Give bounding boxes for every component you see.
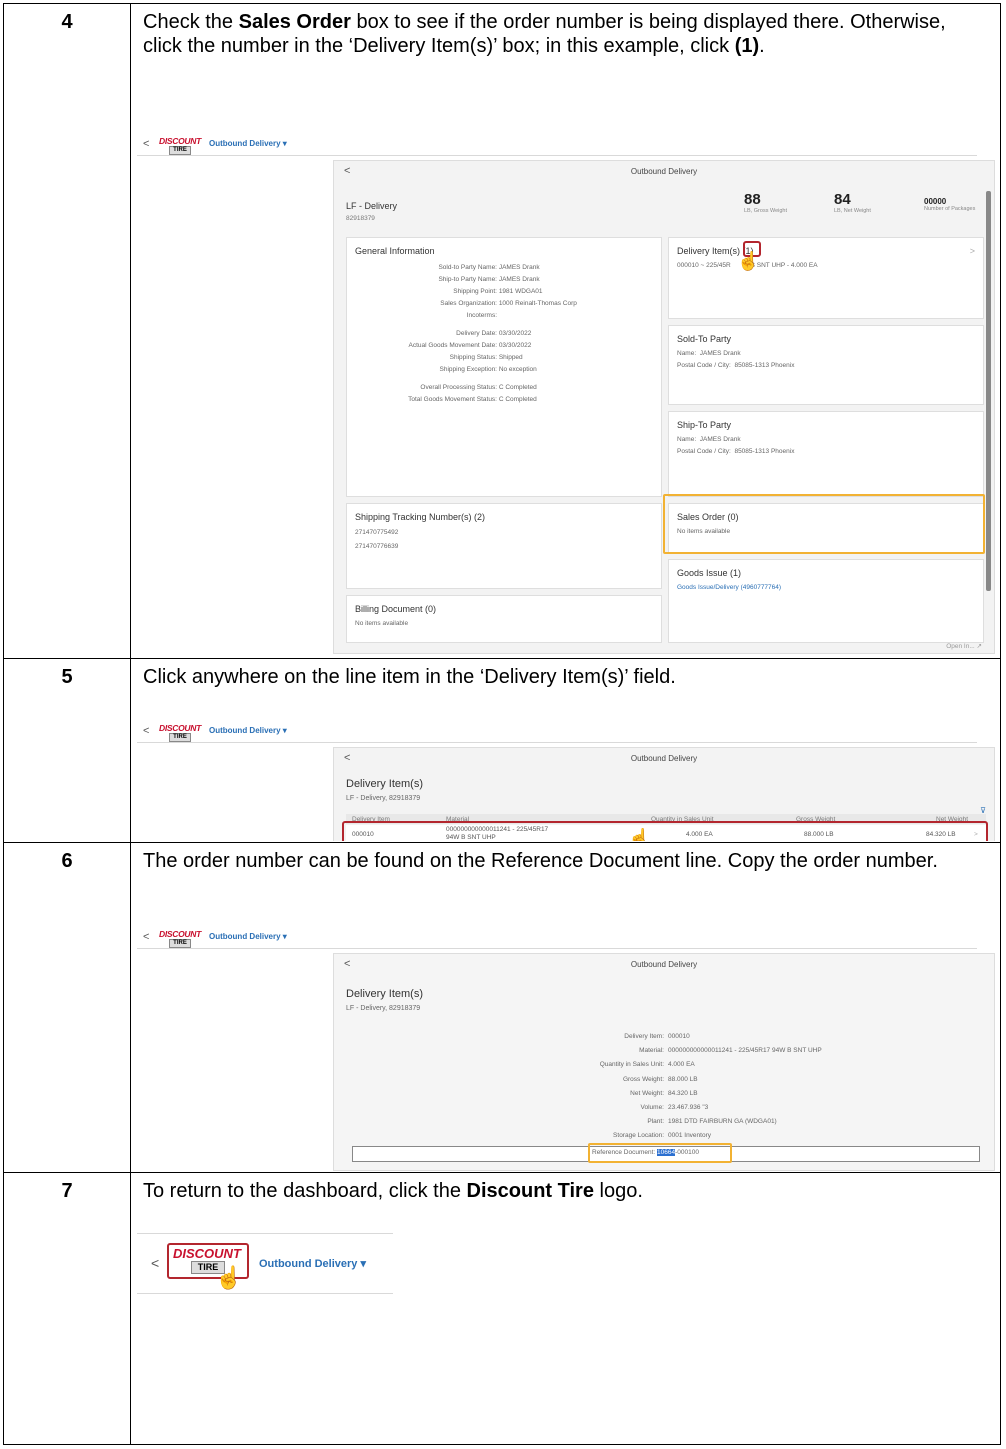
step-instruction: Check the Sales Order box to see if the …	[143, 11, 946, 57]
item-detail-row: Material: 000000000000011241 - 225/45R17 …	[639, 1047, 822, 1055]
screenshot-step-4: < DISCOUNT TIRE Outbound Delivery ▾ < Outb…	[137, 134, 997, 654]
general-info-row: Incoterms:	[466, 312, 497, 319]
cursor-hand-icon: ☝	[215, 1265, 243, 1290]
general-information-card: General Information Sold-to Party Name: …	[346, 237, 662, 497]
item-detail-row: Storage Location: 0001 Inventory	[613, 1132, 712, 1140]
general-info-row: Actual Goods Movement Date: 03/30/2022	[408, 342, 532, 349]
panel-header: < Outbound Delivery	[344, 958, 698, 970]
instruction-table: 4 Check the Sales Order box to see if th…	[3, 3, 1001, 1445]
row-highlight	[342, 821, 988, 841]
panel-header: < Outbound Delivery	[344, 165, 698, 177]
back-icon[interactable]: <	[143, 931, 149, 943]
app-title[interactable]: Outbound Delivery ▾	[209, 139, 287, 148]
reference-document-highlight	[588, 1143, 732, 1163]
delivery-items-page: < Outbound Delivery Delivery Item(s) LF -…	[333, 747, 995, 841]
item-detail-row: Net Weight: 84.320 LB	[630, 1089, 698, 1097]
step-content: Check the Sales Order box to see if the …	[130, 3, 1001, 659]
step-content: The order number can be found on the Ref…	[130, 842, 1001, 1173]
general-info-row: Delivery Date: 03/30/2022	[456, 330, 532, 337]
kpi-net-weight: 84 LB, Net Weight	[834, 191, 871, 214]
back-icon[interactable]: <	[344, 752, 350, 764]
back-icon[interactable]: <	[151, 1255, 159, 1271]
ship-to-party-card: Ship-To Party Name: JAMES Drank Postal Co…	[668, 411, 984, 497]
back-icon[interactable]: <	[143, 725, 149, 737]
object-page: < Outbound Delivery LF - Delivery 8291837…	[333, 160, 995, 654]
panel-header: < Outbound Delivery	[344, 752, 698, 764]
object-id: 82918379	[346, 215, 375, 222]
discount-tire-logo[interactable]: DISCOUNT TIRE	[159, 137, 201, 155]
page-title: Delivery Item(s)	[346, 778, 424, 790]
back-icon[interactable]: <	[344, 165, 350, 177]
cursor-hand-icon: ☝	[737, 251, 760, 271]
discount-tire-logo[interactable]: DISCOUNT TIRE	[159, 930, 201, 948]
shell-bar: < DISCOUNT TIRE Outbound Delivery ▾	[137, 134, 977, 156]
general-info-row: Total Goods Movement Status: C Completed	[408, 396, 537, 403]
back-icon[interactable]: <	[143, 138, 149, 150]
step-instruction: To return to the dashboard, click the Di…	[143, 1180, 643, 1202]
shell-bar: < DISCOUNT TIRE Outbound Delivery ▾	[137, 721, 977, 743]
object-title: LF - Delivery	[346, 201, 398, 211]
step-number: 7	[3, 1172, 131, 1445]
tracking-numbers-card: Shipping Tracking Number(s) (2) 27147077…	[346, 503, 662, 589]
page-subtitle: LF - Delivery, 82918379	[346, 1005, 421, 1012]
step-instruction: The order number can be found on the Ref…	[143, 850, 938, 872]
general-info-row: Sold-to Party Name: JAMES Drank	[438, 264, 540, 271]
screenshot-step-5: < DISCOUNT TIRE Outbound Delivery ▾ < Outb…	[137, 721, 997, 841]
back-icon[interactable]: <	[344, 958, 350, 970]
item-detail-row: Plant: 1981 DTD FAIRBURN GA (WDGA01)	[647, 1118, 777, 1126]
step-number: 4	[3, 3, 131, 659]
step-number: 6	[3, 842, 131, 1173]
step-number: 5	[3, 658, 131, 843]
kpi-packages: 00000 Number of Packages	[924, 197, 976, 212]
discount-tire-logo[interactable]: DISCOUNT TIRE	[159, 724, 201, 742]
screenshot-step-7: < DISCOUNT TIRE ☝ Outbound Delivery ▾	[137, 1233, 397, 1313]
kpi-gross-weight: 88 LB, Gross Weight	[744, 191, 787, 214]
goods-issue-link[interactable]: Goods Issue/Delivery (4960777764)	[669, 582, 983, 594]
step-instruction: Click anywhere on the line item in the ‘…	[143, 666, 676, 688]
sales-order-highlight	[663, 494, 985, 554]
general-info-row: Shipping Exception: No exception	[439, 366, 537, 373]
goods-issue-card: Goods Issue (1) Goods Issue/Delivery (49…	[668, 559, 984, 643]
page-subtitle: LF - Delivery, 82918379	[346, 795, 421, 802]
billing-document-card: Billing Document (0) No items available	[346, 595, 662, 643]
page-title: Delivery Item(s)	[346, 988, 424, 1000]
step-content: To return to the dashboard, click the Di…	[130, 1172, 1001, 1445]
item-detail-row: Delivery Item: 000010	[624, 1033, 690, 1040]
app-title[interactable]: Outbound Delivery ▾	[209, 726, 287, 735]
sold-to-party-card: Sold-To Party Name: JAMES Drank Postal Co…	[668, 325, 984, 405]
step-content: Click anywhere on the line item in the ‘…	[130, 658, 1001, 843]
general-info-row: Shipping Status: Shipped	[449, 354, 523, 361]
general-info-row: Sales Organization: 1000 Reinalt-Thomas …	[440, 300, 577, 307]
app-title[interactable]: Outbound Delivery ▾	[209, 932, 287, 941]
item-detail-row: Volume: 23.467.936 "3	[640, 1104, 709, 1112]
general-info-row: Overall Processing Status: C Completed	[420, 384, 537, 391]
scrollbar[interactable]	[986, 191, 991, 591]
screenshot-step-6: < DISCOUNT TIRE Outbound Delivery ▾ < Outb…	[137, 927, 997, 1171]
item-detail-row: Quantity in Sales Unit: 4.000 EA	[599, 1061, 695, 1069]
general-info-row: Shipping Point: 1981 WDGA01	[453, 288, 543, 295]
cursor-hand-icon: ☝	[628, 828, 651, 841]
item-detail-page: < Outbound Delivery Delivery Item(s) LF -…	[333, 953, 995, 1171]
delivery-items-card[interactable]: Delivery Item(s) (1) > 000010 ~ 225/45R W …	[668, 237, 984, 319]
item-details: Delivery Item: 000010 Material: 00000000000…	[334, 1030, 822, 1144]
app-title[interactable]: Outbound Delivery ▾	[259, 1257, 366, 1270]
general-info-row: Ship-to Party Name: JAMES Drank	[438, 276, 540, 283]
shell-bar: < DISCOUNT TIRE Outbound Delivery ▾	[137, 927, 977, 949]
item-detail-row: Gross Weight: 88.000 LB	[622, 1075, 698, 1083]
open-in-button[interactable]: Open In... ↗	[946, 642, 982, 650]
